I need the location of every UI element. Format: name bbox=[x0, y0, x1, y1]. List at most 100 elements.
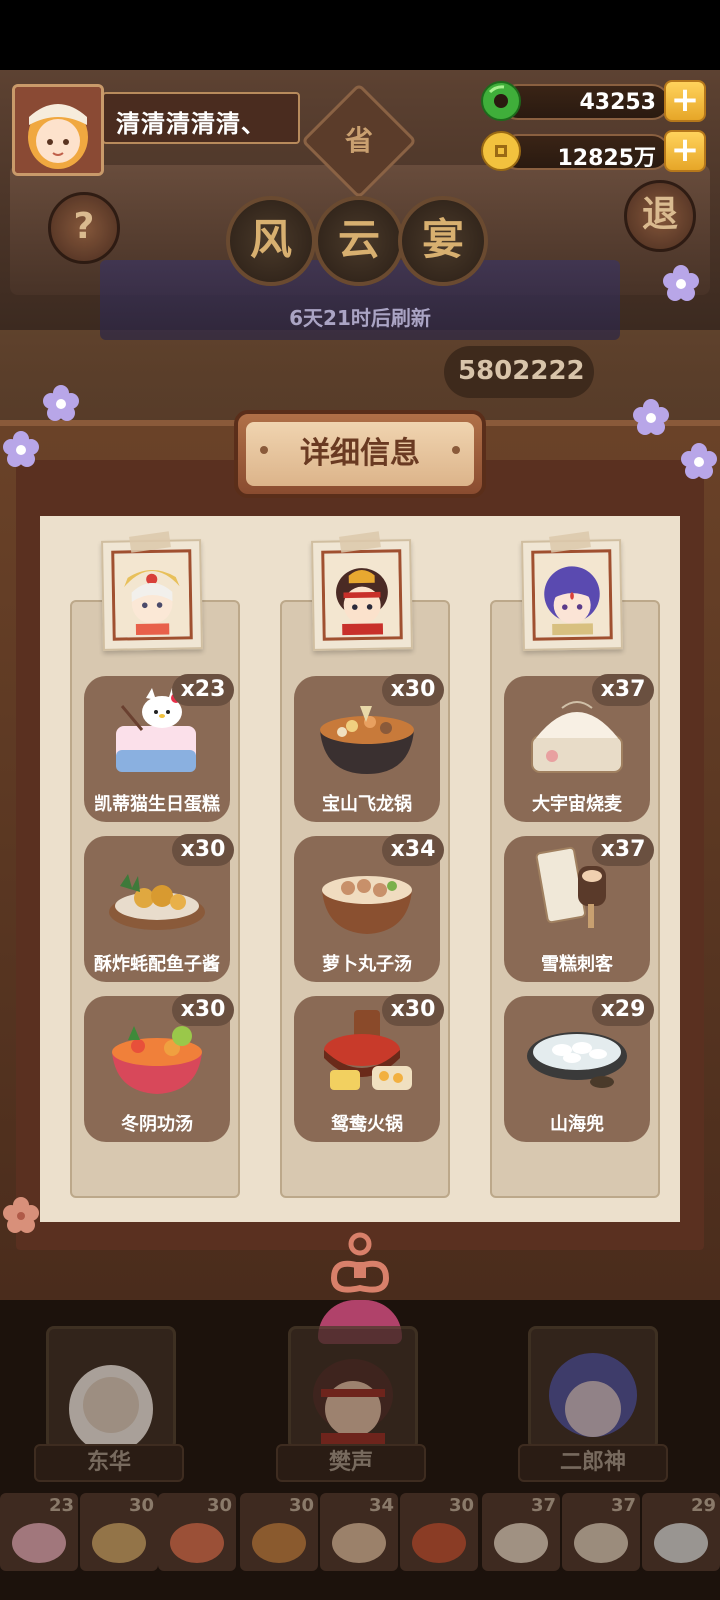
dish-count: x29 bbox=[592, 994, 654, 1026]
dish-name: 大宇宙烧麦 bbox=[532, 794, 622, 815]
tray-dish[interactable]: 29 bbox=[642, 1493, 720, 1571]
dish-card[interactable]: x30 宝山飞龙锅 bbox=[294, 674, 444, 822]
character-erlangshen-icon bbox=[531, 549, 613, 641]
flower-icon bbox=[633, 399, 669, 435]
dish-card[interactable]: x34 萝卜丸子汤 bbox=[294, 834, 444, 982]
title-char-3: 宴 bbox=[398, 196, 488, 286]
tray-dish[interactable]: 23 bbox=[0, 1493, 78, 1571]
province-label: 省 bbox=[344, 124, 373, 157]
portrait-erlangshen[interactable] bbox=[521, 539, 623, 651]
dish-count: x37 bbox=[592, 834, 654, 866]
hotpot-icon bbox=[252, 1523, 306, 1563]
dish-card[interactable]: x37 雪糕刺客 bbox=[504, 834, 654, 982]
soup-icon bbox=[170, 1523, 224, 1563]
dish-count: x34 bbox=[382, 834, 444, 866]
flower-icon bbox=[681, 443, 717, 479]
tray-dish[interactable]: 37 bbox=[562, 1493, 640, 1571]
character-donghua-icon bbox=[111, 549, 193, 641]
coin-amount: 12825万 bbox=[500, 134, 670, 171]
tray-count: 23 bbox=[48, 1495, 74, 1516]
dish-name: 萝卜丸子汤 bbox=[322, 954, 412, 975]
avatar[interactable] bbox=[12, 84, 104, 176]
detail-title: 详细信息 bbox=[246, 422, 474, 486]
dish-card[interactable]: x29 山海兜 bbox=[504, 994, 654, 1142]
tray-count: 30 bbox=[288, 1495, 314, 1516]
tray-count: 30 bbox=[206, 1495, 232, 1516]
dish-count: x30 bbox=[172, 834, 234, 866]
coin-icon bbox=[481, 131, 521, 171]
hero-fansheng-icon bbox=[313, 1359, 393, 1447]
dish-name: 鸳鸯火锅 bbox=[331, 1114, 403, 1135]
dish-name: 酥炸蚝配鱼子酱 bbox=[94, 954, 220, 975]
dish-name: 雪糕刺客 bbox=[541, 954, 613, 975]
meatball-soup-icon bbox=[332, 1523, 386, 1563]
tray-count: 29 bbox=[690, 1495, 716, 1516]
shaomai-icon bbox=[494, 1523, 548, 1563]
dish-count: x23 bbox=[172, 674, 234, 706]
pink-flower-icon bbox=[3, 1197, 39, 1233]
score-display: 5802222 bbox=[444, 346, 594, 398]
help-button[interactable]: ? bbox=[48, 192, 120, 264]
flower-icon bbox=[663, 265, 699, 301]
title-char-2: 云 bbox=[314, 196, 404, 286]
tray-count: 37 bbox=[530, 1495, 556, 1516]
portrait-fansheng[interactable] bbox=[311, 539, 413, 651]
hero-slot-donghua[interactable] bbox=[46, 1326, 176, 1450]
cake-icon bbox=[12, 1523, 66, 1563]
tray-dish[interactable]: 34 bbox=[320, 1493, 398, 1571]
add-jade-button[interactable]: + bbox=[664, 80, 706, 122]
plate-rivet bbox=[452, 446, 460, 454]
coin-currency: 12825万 + bbox=[480, 130, 706, 172]
jade-currency: 43253 + bbox=[480, 80, 706, 122]
game-screen: 清清清清清、 43253 + 12825万 + ? 退 省 风 云 宴 6天21… bbox=[0, 0, 720, 1600]
tray-dish[interactable]: 30 bbox=[158, 1493, 236, 1571]
character-fansheng-icon bbox=[321, 549, 403, 641]
refresh-countdown: 6天21时后刷新 bbox=[289, 306, 431, 330]
dish-card[interactable]: x37 大宇宙烧麦 bbox=[504, 674, 654, 822]
dumpling-icon bbox=[654, 1523, 708, 1563]
dish-name: 山海兜 bbox=[550, 1114, 604, 1135]
hero-name-donghua: 东华 bbox=[34, 1444, 184, 1482]
flower-icon bbox=[3, 431, 39, 467]
tray-count: 30 bbox=[128, 1495, 154, 1516]
dish-card[interactable]: x23 凯蒂猫生日蛋糕 bbox=[84, 674, 234, 822]
jade-amount: 43253 bbox=[500, 84, 670, 120]
add-coin-button[interactable]: + bbox=[664, 130, 706, 172]
dish-card[interactable]: x30 冬阴功汤 bbox=[84, 994, 234, 1142]
jade-icon bbox=[481, 81, 521, 121]
dish-name: 凯蒂猫生日蛋糕 bbox=[94, 794, 220, 815]
dish-count: x37 bbox=[592, 674, 654, 706]
dish-name: 宝山飞龙锅 bbox=[322, 794, 412, 815]
tray-dish[interactable]: 30 bbox=[80, 1493, 158, 1571]
hero-donghua-icon bbox=[69, 1365, 153, 1447]
dish-card[interactable]: x30 酥炸蚝配鱼子酱 bbox=[84, 834, 234, 982]
dish-count: x30 bbox=[172, 994, 234, 1026]
title-char-1: 风 bbox=[226, 196, 316, 286]
detail-title-plate: 详细信息 bbox=[234, 410, 486, 498]
dish-name: 冬阴功汤 bbox=[121, 1114, 193, 1135]
player-card[interactable]: 清清清清清、 bbox=[12, 84, 302, 176]
flower-icon bbox=[43, 385, 79, 421]
dish-card[interactable]: x30 鸳鸯火锅 bbox=[294, 994, 444, 1142]
ice-cream-icon bbox=[574, 1523, 628, 1563]
player-name: 清清清清清、 bbox=[102, 92, 300, 144]
hero-slot-erlangshen[interactable] bbox=[528, 1326, 658, 1450]
plate-rivet bbox=[260, 446, 268, 454]
hero-slot-fansheng[interactable] bbox=[288, 1326, 418, 1450]
oyster-icon bbox=[92, 1523, 146, 1563]
yuanyang-hotpot-icon bbox=[412, 1523, 466, 1563]
tray-count: 34 bbox=[368, 1495, 394, 1516]
hero-erlangshen-icon bbox=[549, 1353, 637, 1437]
dish-count: x30 bbox=[382, 994, 444, 1026]
hero-name-fansheng: 樊声 bbox=[276, 1444, 426, 1482]
tray-dish[interactable]: 30 bbox=[400, 1493, 478, 1571]
hero-name-erlangshen: 二郎神 bbox=[518, 1444, 668, 1482]
avatar-girl-icon bbox=[15, 87, 101, 173]
status-bar-area bbox=[0, 0, 720, 70]
tray-dish[interactable]: 30 bbox=[240, 1493, 318, 1571]
portrait-donghua[interactable] bbox=[101, 539, 203, 651]
tray-count: 37 bbox=[610, 1495, 636, 1516]
exit-button[interactable]: 退 bbox=[624, 180, 696, 252]
dish-count: x30 bbox=[382, 674, 444, 706]
tray-dish[interactable]: 37 bbox=[482, 1493, 560, 1571]
